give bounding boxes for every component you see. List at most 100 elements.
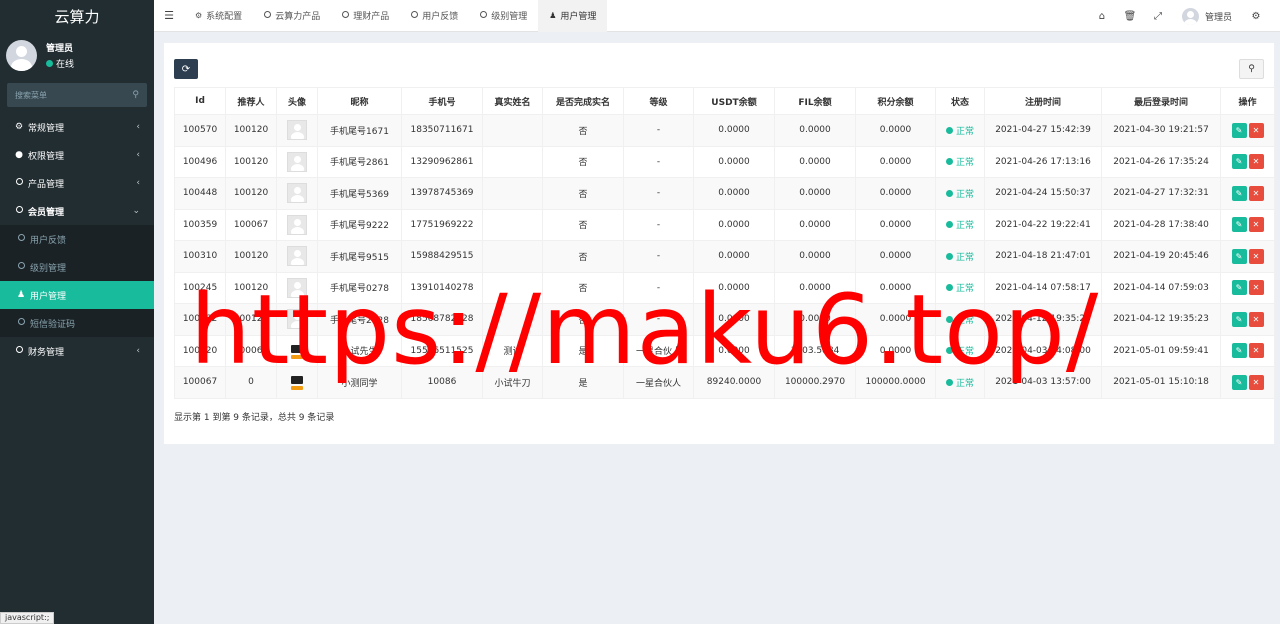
column-header[interactable]: Id	[174, 87, 226, 115]
status-dot-icon	[945, 284, 953, 292]
sidebar: 云算力 管理员 在线 ⚲ ⚙ 常规管理 ‹ ● 权限管理 ‹ 产品管理 ‹	[0, 0, 154, 624]
tab-system-config[interactable]: ⚙ 系统配置	[184, 0, 253, 32]
avatar-cell	[276, 303, 318, 336]
table-cell: 0.0000	[774, 145, 856, 178]
table-cell: 100245	[174, 271, 226, 304]
table-cell: 否	[542, 114, 624, 147]
edit-button[interactable]: ✎	[1231, 217, 1247, 233]
edit-button[interactable]: ✎	[1231, 374, 1247, 390]
sidebar-item-sms-code[interactable]: 短信验证码	[0, 309, 154, 337]
edit-button[interactable]: ✎	[1231, 154, 1247, 170]
delete-button[interactable]: ✕	[1248, 154, 1264, 170]
sidebar-item-permission[interactable]: ● 权限管理 ‹	[0, 141, 154, 169]
sidebar-item-user-management[interactable]: ♟ 用户管理	[0, 281, 154, 309]
avatar-cell	[276, 271, 318, 304]
search-icon: ⚲	[1248, 64, 1255, 74]
column-header[interactable]: 积分余额	[855, 87, 936, 115]
table-cell: 手机尾号0278	[317, 271, 402, 304]
users-icon: ●	[15, 150, 23, 160]
sidebar-item-user-feedback[interactable]: 用户反馈	[0, 225, 154, 253]
tab-level-management[interactable]: 级别管理	[469, 0, 538, 32]
column-header[interactable]: 操作	[1220, 87, 1275, 115]
tab-cloud-product[interactable]: 云算力产品	[253, 0, 331, 32]
status-cell: 正常	[935, 334, 985, 367]
sidebar-item-general[interactable]: ⚙ 常规管理 ‹	[0, 113, 154, 141]
table-cell: 0.0000	[774, 114, 856, 147]
column-header[interactable]: 状态	[935, 87, 985, 115]
edit-button[interactable]: ✎	[1231, 248, 1247, 264]
table-cell: 100570	[174, 114, 226, 147]
circle-icon	[17, 318, 25, 325]
table-cell: 0.0000	[855, 303, 936, 336]
operations-cell: ✎ ✕	[1220, 366, 1275, 399]
sidebar-item-member[interactable]: 会员管理 ⌄	[0, 197, 154, 225]
table-cell: 否	[542, 271, 624, 304]
delete-button[interactable]: ✕	[1248, 185, 1264, 201]
tab-user-management[interactable]: ♟ 用户管理	[538, 0, 608, 32]
column-header[interactable]: FIL余额	[774, 87, 856, 115]
edit-button[interactable]: ✎	[1231, 122, 1247, 138]
search-icon[interactable]: ⚲	[132, 90, 139, 100]
settings-icon[interactable]: ⚙	[1242, 11, 1270, 22]
table-cell: 0.0000	[855, 240, 936, 273]
column-header[interactable]: 头像	[276, 87, 318, 115]
table-cell: 2021-04-27 15:42:39	[984, 114, 1102, 147]
delete-button[interactable]: ✕	[1248, 248, 1264, 264]
table-cell: 是	[542, 334, 624, 367]
column-header[interactable]: 最后登录时间	[1101, 87, 1221, 115]
status-cell: 正常	[935, 145, 985, 178]
column-header[interactable]: 是否完成实名	[542, 87, 624, 115]
column-header[interactable]: 真实姓名	[482, 87, 543, 115]
refresh-button[interactable]: ⟳	[174, 59, 198, 79]
sidebar-item-finance[interactable]: 财务管理 ‹	[0, 337, 154, 365]
table-row: 100067 0 小测同学 10086 小试牛刀是一星合伙人 89240.0000 1000…	[174, 366, 1275, 399]
edit-button[interactable]: ✎	[1231, 343, 1247, 359]
table-cell: 100120	[225, 271, 277, 304]
table-cell: 2021-04-14 07:58:17	[984, 271, 1102, 304]
edit-button[interactable]: ✎	[1231, 185, 1247, 201]
column-header[interactable]: USDT余额	[693, 87, 775, 115]
status-badge: 正常	[945, 313, 974, 326]
delete-button[interactable]: ✕	[1248, 217, 1264, 233]
tab-user-feedback[interactable]: 用户反馈	[400, 0, 469, 32]
navbar-user-menu[interactable]: 管理员	[1172, 7, 1242, 25]
edit-button[interactable]: ✎	[1231, 311, 1247, 327]
column-header[interactable]: 手机号	[401, 87, 483, 115]
home-icon[interactable]: ⌂	[1088, 11, 1116, 22]
trash-icon[interactable]: 🗑︎	[1116, 11, 1144, 22]
delete-button[interactable]: ✕	[1248, 280, 1264, 296]
tab-finance-product[interactable]: 理财产品	[331, 0, 400, 32]
column-header[interactable]: 等级	[623, 87, 694, 115]
sidebar-item-product[interactable]: 产品管理 ‹	[0, 169, 154, 197]
table-cell: 手机尾号9222	[317, 208, 402, 241]
circle-icon	[17, 234, 25, 241]
column-header[interactable]: 推荐人	[225, 87, 277, 115]
table-search-button[interactable]: ⚲	[1239, 59, 1264, 79]
column-header[interactable]: 注册时间	[984, 87, 1102, 115]
edit-button[interactable]: ✎	[1231, 280, 1247, 296]
delete-button[interactable]: ✕	[1248, 374, 1264, 390]
top-navbar: ☰ ⚙ 系统配置 云算力产品 理财产品 用户反馈 级别管理 ♟ 用户管理 ⌂ 🗑…	[154, 0, 1280, 32]
table-cell: 100120	[174, 334, 226, 367]
trash-icon: ✕	[1252, 125, 1260, 135]
user-name: 管理员	[46, 43, 74, 54]
fullscreen-icon[interactable]: ⤢	[1144, 11, 1172, 22]
status-cell: 正常	[935, 208, 985, 241]
avatar-cell	[276, 240, 318, 273]
table-cell: 100496	[174, 145, 226, 178]
table-cell: 2021-05-01 15:10:18	[1101, 366, 1221, 399]
brand-logo[interactable]: 云算力	[0, 0, 154, 32]
menu-toggle-icon[interactable]: ☰	[154, 9, 184, 22]
sidebar-item-level[interactable]: 级别管理	[0, 253, 154, 281]
table-cell: 否	[542, 145, 624, 178]
delete-button[interactable]: ✕	[1248, 311, 1264, 327]
table-cell: 2021-04-27 17:32:31	[1101, 177, 1221, 210]
column-header[interactable]: 昵称	[317, 87, 402, 115]
operations-cell: ✎ ✕	[1220, 208, 1275, 241]
circle-icon	[17, 262, 25, 269]
status-dot-icon	[945, 158, 953, 166]
delete-button[interactable]: ✕	[1248, 122, 1264, 138]
delete-button[interactable]: ✕	[1248, 343, 1264, 359]
menu-search-input[interactable]	[15, 90, 115, 100]
table-cell: -	[623, 303, 694, 336]
